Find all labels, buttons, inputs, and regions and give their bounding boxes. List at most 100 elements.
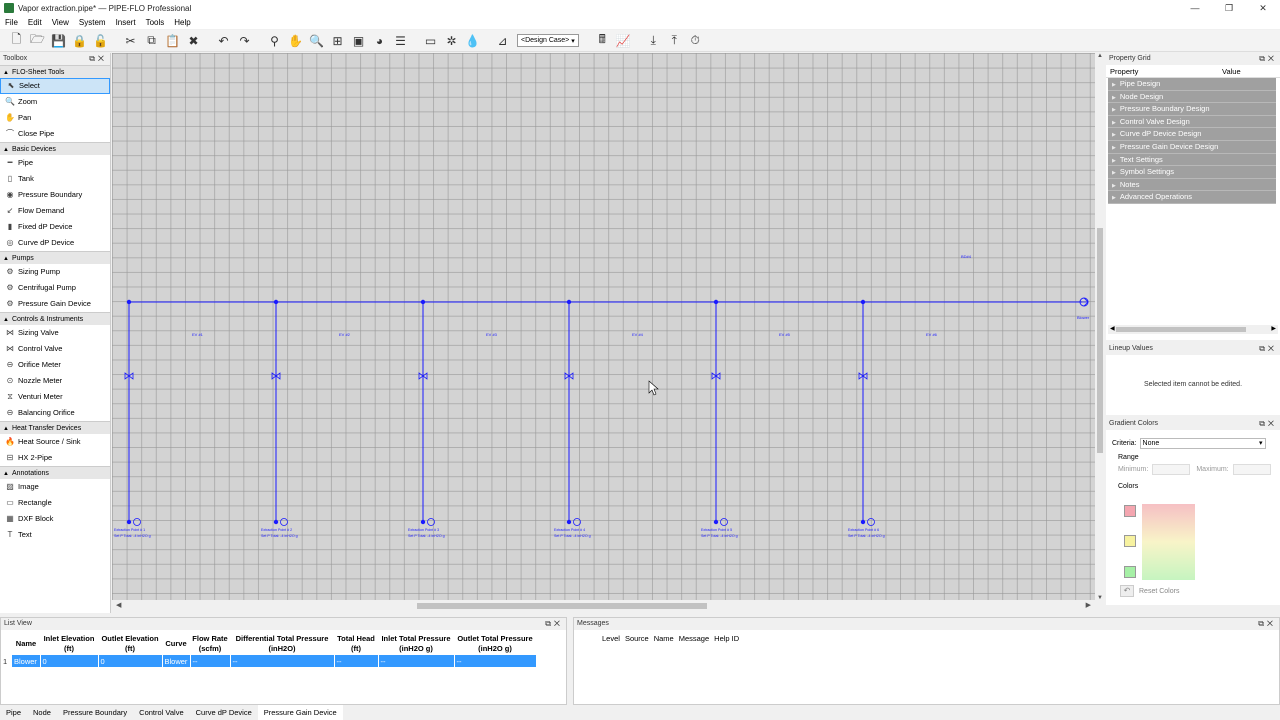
table-cell[interactable]: 0 (40, 655, 99, 667)
property-grid-hscroll[interactable]: ◀ ▶ (1108, 325, 1278, 334)
design-icon[interactable]: ⊿ (494, 32, 512, 50)
panel-controls[interactable]: ⧉✕ (545, 618, 563, 630)
panel-controls[interactable]: ⧉✕ (89, 53, 107, 65)
pressure-boundary-icon[interactable] (573, 518, 581, 526)
messages-column-help-id[interactable]: Help ID (714, 634, 739, 643)
toolbox-item-dxf-block[interactable]: ▦ DXF Block (0, 511, 110, 527)
units-icon[interactable]: ▭ (422, 32, 440, 50)
extraction-node[interactable] (126, 519, 132, 525)
toolbox-group-basic-devices[interactable]: ▲ Basic Devices (0, 142, 110, 155)
paste-icon[interactable]: 📋 (164, 32, 182, 50)
toolbox-item-text[interactable]: T Text (0, 527, 110, 543)
toolbox-item-pressure-gain-device[interactable]: ⚙ Pressure Gain Device (0, 296, 110, 312)
menu-help[interactable]: Help (169, 16, 195, 29)
fluid-drop-icon[interactable]: 💧 (464, 32, 482, 50)
scroll-right-icon[interactable]: ▶ (1086, 600, 1091, 612)
toolbox-group-flo-sheet-tools[interactable]: ▲ FLO-Sheet Tools (0, 65, 110, 78)
menu-tools[interactable]: Tools (141, 16, 170, 29)
horizontal-scrollbar[interactable]: ◀ ▶ (112, 600, 1095, 612)
tab-pressure-boundary[interactable]: Pressure Boundary (57, 705, 133, 720)
extraction-node[interactable] (860, 519, 866, 525)
flo-sheet-canvas[interactable]: Blower BD#4 EV #1 Extraction Point # 1 Set P… (112, 53, 1095, 601)
pan-hand-icon[interactable]: ✋ (287, 32, 305, 50)
property-row-node-design[interactable]: ▶ Node Design (1108, 90, 1276, 104)
pressure-boundary-icon[interactable] (720, 518, 728, 526)
scroll-down-icon[interactable]: ▼ (1095, 595, 1105, 601)
table-cell[interactable]: Blower (12, 655, 41, 667)
pressure-boundary-icon[interactable] (867, 518, 875, 526)
criteria-select[interactable]: None (1139, 438, 1266, 449)
toolbox-item-sizing-pump[interactable]: ⚙ Sizing Pump (0, 264, 110, 280)
table-cell[interactable]: -- (378, 655, 455, 667)
messages-column-name[interactable]: Name (654, 634, 674, 643)
reset-colors-button[interactable]: ↶ Reset Colors (1120, 585, 1179, 597)
open-folder-icon[interactable]: 🗁 (29, 32, 47, 50)
toolbox-item-heat-source-sink[interactable]: 🔥 Heat Source / Sink (0, 434, 110, 450)
toolbox-item-control-valve[interactable]: ⋈ Control Valve (0, 341, 110, 357)
design-case-select[interactable]: <Design Case> ▾ (517, 34, 579, 47)
toolbox-item-curve-dp-device[interactable]: ◎ Curve dP Device (0, 235, 110, 251)
zoom-extents-icon[interactable]: ⊞ (329, 32, 347, 50)
pressure-boundary-icon[interactable] (133, 518, 141, 526)
property-row-pressure-gain-device-design[interactable]: ▶ Pressure Gain Device Design (1108, 140, 1276, 154)
toolbox-group-pumps[interactable]: ▲ Pumps (0, 251, 110, 264)
column-header-differential-total-pressure-inh2o[interactable]: Differential Total Pressure (inH2O) (230, 633, 334, 655)
tab-pipe[interactable]: Pipe (0, 705, 27, 720)
toolbox-item-orifice-meter[interactable]: ⊖ Orifice Meter (0, 357, 110, 373)
menu-insert[interactable]: Insert (111, 16, 141, 29)
minimum-input[interactable] (1152, 464, 1191, 475)
extraction-node[interactable] (420, 519, 426, 525)
junction-node[interactable] (420, 299, 426, 305)
toolbox-group-heat-transfer-devices[interactable]: ▲ Heat Transfer Devices (0, 421, 110, 434)
property-row-pipe-design[interactable]: ▶ Pipe Design (1108, 78, 1276, 91)
toolbox-item-centrifugal-pump[interactable]: ⚙ Centrifugal Pump (0, 280, 110, 296)
calculator-icon[interactable]: 🖩 (593, 32, 611, 50)
menu-system[interactable]: System (74, 16, 111, 29)
column-header-name[interactable]: Name (12, 633, 40, 655)
menu-edit[interactable]: Edit (23, 16, 47, 29)
scroll-right-icon[interactable]: ▶ (1271, 325, 1276, 332)
tab-pressure-gain-device[interactable]: Pressure Gain Device (257, 705, 343, 720)
vertical-scroll-thumb[interactable] (1097, 228, 1103, 453)
scroll-left-icon[interactable]: ◀ (116, 600, 121, 612)
copy-icon[interactable]: ⧉ (143, 32, 161, 50)
close-button[interactable]: ✕ (1246, 0, 1280, 16)
tab-control-valve[interactable]: Control Valve (133, 705, 189, 720)
column-header-curve[interactable]: Curve (162, 633, 190, 655)
junction-node[interactable] (126, 299, 132, 305)
junction-node[interactable] (273, 299, 279, 305)
column-header-outlet-total-pressure-inh2o-g[interactable]: Outlet Total Pressure (inH2O g) (454, 633, 536, 655)
toolbox-item-pan[interactable]: ✋ Pan (0, 110, 110, 126)
toolbox-item-pipe[interactable]: ━ Pipe (0, 155, 110, 171)
table-icon[interactable]: ☰ (392, 32, 410, 50)
panel-controls[interactable]: ⧉✕ (1258, 618, 1276, 630)
table-cell[interactable]: -- (190, 655, 231, 667)
scroll-thumb[interactable] (1116, 327, 1246, 332)
new-file-icon[interactable]: 🗋 (8, 32, 26, 50)
toolbox-item-pressure-boundary[interactable]: ◉ Pressure Boundary (0, 187, 110, 203)
export-icon[interactable]: ⤓ (644, 32, 662, 50)
chart-icon[interactable]: 📈 (614, 32, 632, 50)
menu-view[interactable]: View (47, 16, 74, 29)
column-header-inlet-total-pressure-inh2o-g[interactable]: Inlet Total Pressure (inH2O g) (378, 633, 454, 655)
messages-column-message[interactable]: Message (679, 634, 709, 643)
junction-node[interactable] (860, 299, 866, 305)
toolbox-item-sizing-valve[interactable]: ⋈ Sizing Valve (0, 325, 110, 341)
list-view-table[interactable]: Name Inlet Elevation (ft) Outlet Elevation… (1, 633, 537, 667)
color-wheel-icon[interactable]: ◕ (371, 32, 389, 50)
junction-node[interactable] (566, 299, 572, 305)
display-icon[interactable]: ▣ (350, 32, 368, 50)
scroll-up-icon[interactable]: ▲ (1095, 53, 1105, 59)
column-header-outlet-elevation-ft[interactable]: Outlet Elevation (ft) (98, 633, 162, 655)
column-header-total-head-ft[interactable]: Total Head (ft) (334, 633, 378, 655)
tab-node[interactable]: Node (27, 705, 57, 720)
junction-node[interactable] (713, 299, 719, 305)
toolbox-item-rectangle[interactable]: ▭ Rectangle (0, 495, 110, 511)
property-row-text-settings[interactable]: ▶ Text Settings (1108, 153, 1276, 167)
zoom-icon[interactable]: 🔍 (308, 32, 326, 50)
column-header-inlet-elevation-ft[interactable]: Inlet Elevation (ft) (40, 633, 98, 655)
table-cell[interactable]: -- (454, 655, 537, 667)
color-swatch[interactable] (1124, 535, 1136, 547)
save-icon[interactable]: 💾 (50, 32, 68, 50)
undo-icon[interactable]: ↶ (215, 32, 233, 50)
